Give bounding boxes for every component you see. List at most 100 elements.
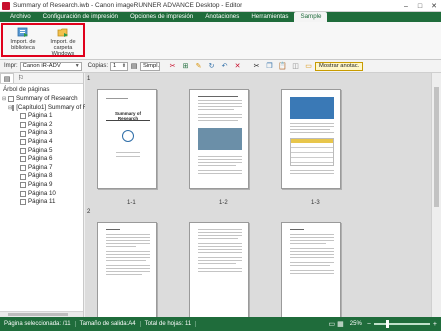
rotate-icon[interactable]: ↻ [207, 62, 216, 71]
duplex-value: Simpl. [143, 62, 160, 69]
page-tree: ⊟ Summary of Research ⊟ [Capítulo1] Summary… [0, 95, 87, 207]
page-icon [20, 173, 26, 180]
import-group-highlight: Import. de biblioteca Import. de carpeta… [1, 23, 85, 57]
edit-icon[interactable]: ✎ [194, 62, 203, 71]
thumbnail-area: 1 Summary of Research 1-1 1-2 1-3 2 [85, 73, 431, 317]
zoom-controls: ▭ ▦ 25% − + [329, 317, 437, 331]
zoom-level: 25% [349, 321, 362, 327]
import-library-label: Import. de biblioteca [10, 39, 36, 51]
zoom-out-icon[interactable]: − [367, 321, 371, 328]
tree-item[interactable]: Página 4 [0, 138, 83, 147]
page-caption: 1-1 [127, 200, 136, 206]
printer-select-value: Canon iR-ADV [22, 62, 61, 69]
tree-item[interactable]: Página 8 [0, 172, 83, 181]
copies-label: Copias: [87, 63, 109, 69]
page-tree-tab-icon[interactable]: ▤ [0, 73, 14, 83]
thumbnail-slot-6 [271, 209, 379, 317]
tree-item[interactable]: Página 6 [0, 155, 83, 164]
tree-item[interactable]: Página 9 [0, 181, 83, 190]
page-thumbnail-2-2[interactable] [189, 222, 249, 317]
page-thumbnail-1-2[interactable] [189, 89, 249, 189]
zoom-slider[interactable] [373, 320, 430, 328]
page-table [290, 138, 334, 166]
undo-icon[interactable]: ↶ [220, 62, 229, 71]
tree-item-label: Página 4 [28, 137, 53, 145]
insert-page-icon[interactable]: ⊞ [181, 62, 190, 71]
paste-icon[interactable]: 📋 [278, 62, 287, 71]
show-annotations-button[interactable]: Mostrar anotac. [315, 61, 364, 71]
page-icon [20, 113, 26, 120]
import-folder-button[interactable]: Import. de carpeta Windows [43, 25, 83, 57]
page-caption: 1-3 [311, 200, 320, 206]
note-icon[interactable]: ▭ [304, 62, 313, 71]
stamp-icon[interactable]: ◫ [291, 62, 300, 71]
copies-input[interactable]: 1 ⬍ [110, 61, 129, 71]
tree-item[interactable]: Página 11 [0, 198, 83, 207]
copy-icon[interactable]: ❐ [265, 62, 274, 71]
page-icon [20, 199, 26, 206]
close-button[interactable]: ✕ [427, 0, 441, 12]
page-thumbnail-1-3[interactable] [281, 89, 341, 189]
page-tree-title: Árbol de páginas [3, 86, 50, 93]
tab-tools[interactable]: Herramientas [245, 12, 294, 22]
tree-item[interactable]: ⊟ Summary of Research [0, 95, 83, 104]
zoom-slider-knob[interactable] [385, 320, 389, 328]
tree-item[interactable]: Página 7 [0, 164, 83, 173]
tab-print-options[interactable]: Opciones de impresión [124, 12, 199, 22]
group-number: 1 [87, 76, 91, 82]
import-library-icon [17, 27, 29, 38]
tree-item[interactable]: Página 5 [0, 147, 83, 156]
tab-print-settings[interactable]: Configuración de impresión [37, 12, 124, 22]
tree-item-label: Página 5 [28, 146, 53, 154]
tree-item[interactable]: Página 3 [0, 129, 83, 138]
page-map-image [290, 97, 334, 119]
window-controls: – □ ✕ [399, 0, 441, 12]
duplex-select[interactable]: Simpl. [140, 61, 161, 71]
tree-item-label: Página 2 [28, 120, 53, 128]
tree-item-label: Página 3 [28, 129, 53, 137]
selected-page-status: Página seleccionada: /11 [0, 321, 76, 327]
tree-item[interactable]: Página 10 [0, 190, 83, 199]
page-icon [20, 139, 26, 146]
tree-item[interactable]: ⊟ [Capítulo1] Summary of R [0, 104, 87, 113]
tree-item[interactable]: Página 2 [0, 121, 83, 130]
page-thumbnail-1-1[interactable]: Summary of Research [97, 89, 157, 189]
delete-icon[interactable]: ✕ [233, 62, 242, 71]
thumbnail-vscroll[interactable] [431, 73, 441, 317]
hscroll-thumb[interactable] [8, 313, 68, 316]
vscroll-thumb[interactable] [434, 87, 439, 207]
cut-pages-icon[interactable]: ✂ [168, 62, 177, 71]
copies-value: 1 [113, 62, 117, 69]
window-title: Summary of Research.iwb - Canon imageRUN… [13, 2, 243, 9]
show-annotations-label: Mostrar anotac. [319, 62, 360, 69]
ribbon-panel: Import. de biblioteca Import. de carpeta… [0, 22, 441, 60]
tab-archivo[interactable]: Archivo [4, 12, 37, 22]
import-library-button[interactable]: Import. de biblioteca [3, 25, 43, 55]
import-folder-label: Import. de carpeta Windows [50, 39, 76, 57]
import-folder-icon [57, 27, 69, 38]
minimize-button[interactable]: – [399, 0, 413, 12]
tree-item[interactable]: Página 1 [0, 112, 83, 121]
duplex-icon: ▤ [130, 63, 138, 70]
tab-sample[interactable]: Sample [294, 12, 328, 22]
tree-item-label: Página 11 [28, 198, 56, 206]
zoom-in-icon[interactable]: + [433, 321, 437, 328]
page-icon [12, 104, 15, 111]
page-icon [20, 156, 26, 163]
group-number: 2 [87, 209, 91, 215]
page-thumbnail-2-3[interactable] [281, 222, 341, 317]
page-caption: 1-2 [219, 200, 228, 206]
thumbnail-view-icon[interactable]: ▦ [337, 320, 344, 328]
scissors-icon[interactable]: ✂ [252, 62, 261, 71]
page-thumbnail-2-1[interactable] [97, 222, 157, 317]
page-icon [20, 182, 26, 189]
tree-item-label: Summary of Research [16, 95, 78, 102]
page-icon [20, 190, 26, 197]
printer-select[interactable]: Canon iR-ADV ▼ [19, 61, 82, 71]
single-view-icon[interactable]: ▭ [329, 320, 336, 328]
tab-annotations[interactable]: Anotaciones [199, 12, 245, 22]
page-photo [198, 128, 242, 150]
bookmark-tab-icon[interactable]: ⚐ [14, 73, 28, 83]
maximize-button[interactable]: □ [413, 0, 427, 12]
tree-item-label: Página 1 [28, 112, 53, 120]
